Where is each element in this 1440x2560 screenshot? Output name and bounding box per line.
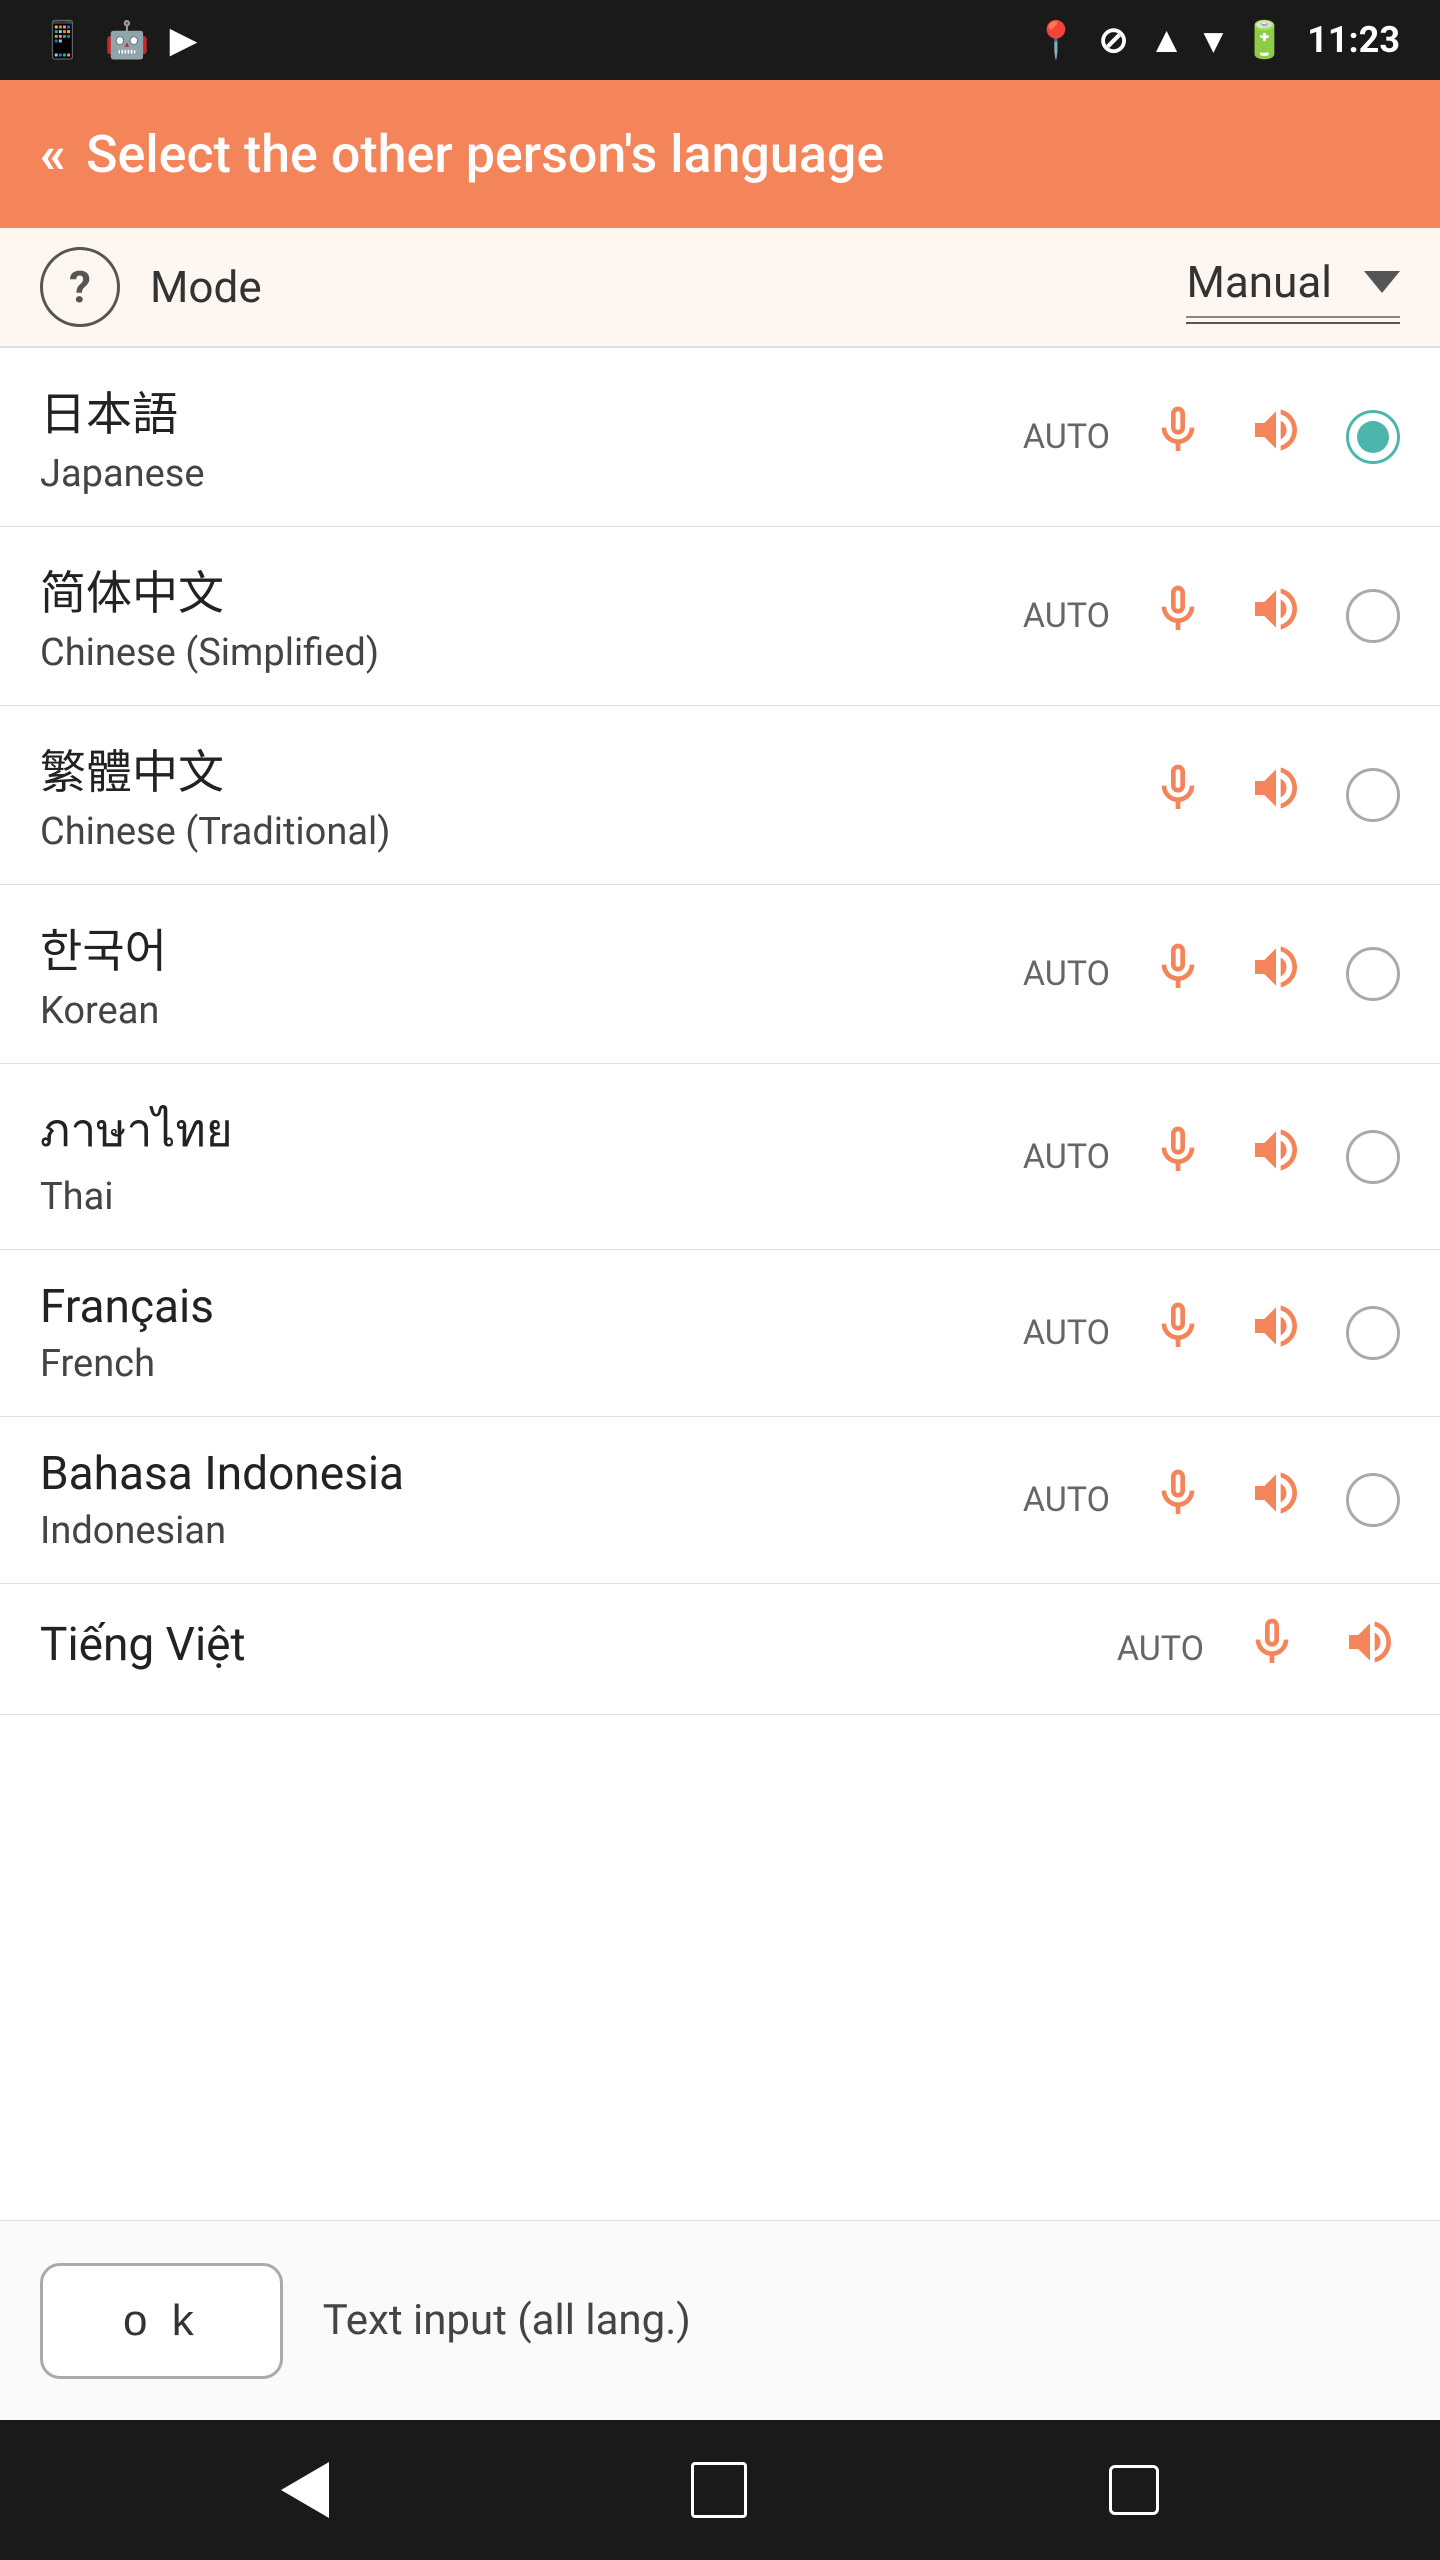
language-english: Indonesian <box>40 1509 1023 1553</box>
radio-button[interactable] <box>1346 768 1400 822</box>
language-native: Bahasa Indonesia <box>40 1447 1023 1501</box>
store-icon: ▶ <box>170 19 198 61</box>
list-item[interactable]: Français French AUTO <box>0 1250 1440 1417</box>
auto-badge: AUTO <box>1023 417 1110 457</box>
auto-badge: AUTO <box>1023 596 1110 636</box>
language-text: Bahasa Indonesia Indonesian <box>40 1447 1023 1553</box>
language-controls: AUTO <box>1023 1298 1400 1368</box>
radio-button[interactable] <box>1346 589 1400 643</box>
list-item[interactable]: 日本語 Japanese AUTO <box>0 348 1440 527</box>
list-item[interactable]: 한국어 Korean AUTO <box>0 885 1440 1064</box>
language-english: Chinese (Traditional) <box>40 810 1110 854</box>
volume-icon[interactable] <box>1246 939 1306 1009</box>
header: « Select the other person's language <box>0 80 1440 228</box>
radio-button[interactable] <box>1346 1130 1400 1184</box>
list-item[interactable]: Bahasa Indonesia Indonesian AUTO <box>0 1417 1440 1584</box>
radio-button[interactable] <box>1346 410 1400 464</box>
language-text: 繁體中文 Chinese (Traditional) <box>40 736 1110 854</box>
auto-badge: AUTO <box>1023 1137 1110 1177</box>
volume-icon[interactable] <box>1246 581 1306 651</box>
language-controls: AUTO <box>1023 581 1400 651</box>
language-native: 日本語 <box>40 378 1023 444</box>
radio-button[interactable] <box>1346 1473 1400 1527</box>
back-nav-button[interactable] <box>281 2462 329 2518</box>
language-english: French <box>40 1342 1023 1386</box>
mode-label: Mode <box>150 261 262 313</box>
auto-badge: AUTO <box>1117 1629 1204 1669</box>
language-text: Tiếng Việt <box>40 1618 1117 1680</box>
navigation-bar <box>0 2420 1440 2560</box>
volume-icon[interactable] <box>1246 402 1306 472</box>
text-input-label[interactable]: Text input (all lang.) <box>323 2296 691 2345</box>
language-native: Tiếng Việt <box>40 1618 1117 1672</box>
language-controls: AUTO <box>1023 402 1400 472</box>
list-item[interactable]: 简体中文 Chinese (Simplified) AUTO <box>0 527 1440 706</box>
auto-badge: AUTO <box>1023 954 1110 994</box>
help-button[interactable]: ? <box>40 247 120 327</box>
mode-value[interactable]: Manual <box>1186 256 1332 308</box>
mode-bar: ? Mode Manual <box>0 228 1440 348</box>
signal-icon: ▲ <box>1149 19 1185 61</box>
language-controls: AUTO <box>1023 1122 1400 1192</box>
language-english: Thai <box>40 1175 1023 1219</box>
battery-icon: 🔋 <box>1242 19 1287 61</box>
mode-dropdown-arrow[interactable] <box>1364 271 1400 293</box>
list-item[interactable]: ภาษาไทย Thai AUTO <box>0 1064 1440 1250</box>
language-english: Japanese <box>40 452 1023 496</box>
mic-icon[interactable] <box>1150 760 1206 830</box>
volume-icon[interactable] <box>1246 1298 1306 1368</box>
mic-icon[interactable] <box>1150 939 1206 1009</box>
language-text: 简体中文 Chinese (Simplified) <box>40 557 1023 675</box>
language-english: Chinese (Simplified) <box>40 631 1023 675</box>
language-native: ภาษาไทย <box>40 1094 1023 1167</box>
language-text: 日本語 Japanese <box>40 378 1023 496</box>
language-native: 简体中文 <box>40 557 1023 623</box>
back-button[interactable]: « <box>40 124 66 185</box>
mic-icon[interactable] <box>1150 1298 1206 1368</box>
auto-badge: AUTO <box>1023 1313 1110 1353</box>
volume-icon[interactable] <box>1246 1465 1306 1535</box>
mic-icon[interactable] <box>1150 581 1206 651</box>
radio-button[interactable] <box>1346 1306 1400 1360</box>
bottom-bar: o k Text input (all lang.) <box>0 2220 1440 2420</box>
volume-icon[interactable] <box>1246 1122 1306 1192</box>
language-native: Français <box>40 1280 1023 1334</box>
mic-icon[interactable] <box>1150 1465 1206 1535</box>
language-text: ภาษาไทย Thai <box>40 1094 1023 1219</box>
notification-icon: 📱 <box>40 19 85 61</box>
mic-icon[interactable] <box>1150 1122 1206 1192</box>
volume-icon[interactable] <box>1246 760 1306 830</box>
list-item[interactable]: Tiếng Việt AUTO <box>0 1584 1440 1715</box>
dnd-icon: ⊘ <box>1099 19 1129 61</box>
time-display: 11:23 <box>1307 19 1400 61</box>
location-icon: 📍 <box>1034 19 1079 61</box>
page-title: Select the other person's language <box>86 124 884 185</box>
language-list: 日本語 Japanese AUTO 简体中文 Chinese (Simplifi… <box>0 348 1440 2220</box>
language-controls <box>1110 760 1400 830</box>
list-item[interactable]: 繁體中文 Chinese (Traditional) <box>0 706 1440 885</box>
home-nav-button[interactable] <box>691 2462 747 2518</box>
wifi-icon: ▾ <box>1204 19 1222 61</box>
volume-icon[interactable] <box>1340 1614 1400 1684</box>
language-text: 한국어 Korean <box>40 915 1023 1033</box>
mic-icon[interactable] <box>1150 402 1206 472</box>
status-bar-left: 📱 🤖 ▶ <box>40 19 197 61</box>
radio-button[interactable] <box>1346 947 1400 1001</box>
status-bar: 📱 🤖 ▶ 📍 ⊘ ▲ ▾ 🔋 11:23 <box>0 0 1440 80</box>
language-controls: AUTO <box>1023 1465 1400 1535</box>
language-controls: AUTO <box>1023 939 1400 1009</box>
recents-nav-button[interactable] <box>1109 2465 1159 2515</box>
auto-badge: AUTO <box>1023 1480 1110 1520</box>
mic-icon[interactable] <box>1244 1614 1300 1684</box>
language-english: Korean <box>40 989 1023 1033</box>
language-controls: AUTO <box>1117 1614 1400 1684</box>
language-native: 繁體中文 <box>40 736 1110 802</box>
status-bar-right: 📍 ⊘ ▲ ▾ 🔋 11:23 <box>1034 19 1400 61</box>
language-text: Français French <box>40 1280 1023 1386</box>
android-icon: 🤖 <box>105 19 150 61</box>
ok-button[interactable]: o k <box>40 2263 283 2379</box>
language-native: 한국어 <box>40 915 1023 981</box>
